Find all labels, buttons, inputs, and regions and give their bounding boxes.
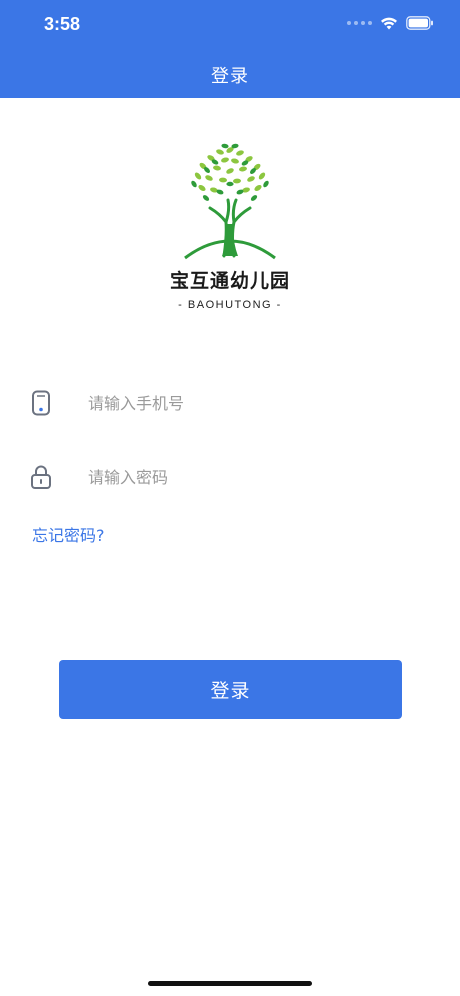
password-field-row bbox=[0, 452, 460, 502]
page-title: 登录 bbox=[211, 66, 249, 87]
status-bar: 3:58 bbox=[0, 0, 460, 50]
phone-icon bbox=[32, 390, 50, 416]
nav-bar: 登录 bbox=[0, 50, 460, 98]
status-icons bbox=[347, 16, 434, 30]
tree-logo-icon bbox=[184, 143, 276, 260]
phone-input[interactable] bbox=[88, 388, 418, 418]
logo: 宝互通幼儿园 - BAOHUTONG - bbox=[0, 140, 460, 311]
lock-icon bbox=[31, 465, 51, 489]
login-button[interactable]: 登录 bbox=[59, 660, 402, 719]
battery-icon bbox=[406, 16, 433, 30]
school-name: 宝互通幼儿园 bbox=[169, 270, 290, 292]
forgot-password-link[interactable]: 忘记密码? bbox=[32, 522, 105, 546]
status-time: 3:58 bbox=[44, 14, 81, 34]
password-input[interactable] bbox=[88, 462, 418, 492]
signal-icon bbox=[347, 21, 372, 25]
school-subtitle: - BAOHUTONG - bbox=[178, 299, 282, 311]
wifi-icon bbox=[381, 17, 397, 30]
phone-field-row bbox=[0, 378, 460, 428]
home-indicator[interactable] bbox=[148, 981, 312, 986]
